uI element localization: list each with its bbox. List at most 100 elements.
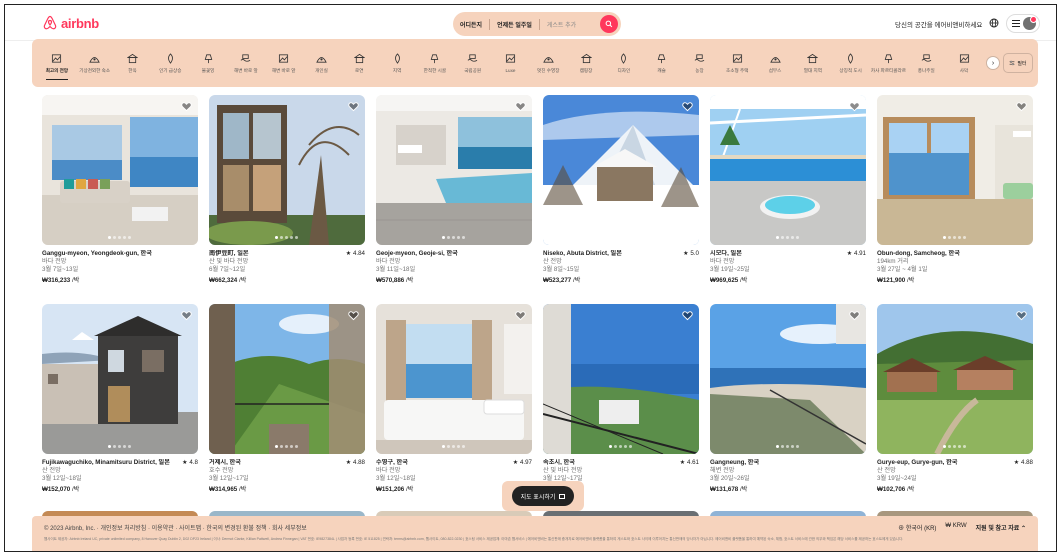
listing-photo[interactable] [877,304,1033,454]
support-button[interactable]: 지원 및 참고 자료 ⌃ [976,523,1026,532]
category-view[interactable]: 최고의 전망 [38,39,76,87]
footer-links[interactable]: © 2023 Airbnb, Inc. · 개인정보 처리방침 · 이용약관 ·… [44,523,307,532]
listing-card[interactable]: Ganggu-myeon, Yeongdeok-gun, 한국 바다 전망 3월 7… [42,95,198,285]
listing-card[interactable]: Gangneung, 한국 해변 전망 3월 20일~26일 ₩131,678 /박 [710,304,866,494]
search-bar[interactable]: 어디든지 언제든 일주일 게스트 추가 [453,12,621,36]
listing-photo[interactable] [42,304,198,454]
heart-icon[interactable] [849,101,860,112]
become-host-link[interactable]: 당신의 공간을 에어비앤비하세요 [895,19,982,29]
category-casa[interactable]: 카사 파르티콜라르 [870,39,908,87]
listing-rating: ★ 4.91 [846,250,866,257]
listing-photo[interactable] [710,95,866,245]
listing-photo[interactable] [543,304,699,454]
category-tiny-home[interactable]: 초소형 주택 [718,39,756,87]
search-when[interactable]: 언제든 일주일 [490,20,539,29]
category-design[interactable]: 디자인 [605,39,643,87]
listing-card[interactable]: Niseko, Abuta District, 일본 ★ 5.0 산 전망 3월 8일… [543,95,699,285]
category-label: Luxe [505,68,516,73]
category-farm[interactable]: 농장 [681,39,719,87]
listing-view: 바다 전망 [710,258,735,265]
listing-card[interactable]: 시모다, 일본 ★ 4.91 바다 전망 3월 19일~25일 ₩969,625 /박 [710,95,866,285]
heart-icon[interactable] [682,310,693,321]
category-windmill[interactable]: 풍나주일 [907,39,945,87]
listing-photo-image [42,95,198,245]
search-where[interactable]: 어디든지 [453,20,489,29]
category-tropical[interactable]: 열대 지역 [794,39,832,87]
language-button[interactable]: ⊕ 한국어 (KR) [898,523,936,532]
listing-card[interactable]: 수영구, 한국 ★ 4.97 바다 전망 3월 12일~18일 ₩151,206 /박 [376,304,532,494]
tropical-icon [807,53,819,63]
listing-price: ₩570,886 [376,277,405,284]
category-map[interactable]: 지역 [378,39,416,87]
cabin-icon [353,53,365,63]
heart-icon[interactable] [682,101,693,112]
listing-info: Obun-dong, Samcheog, 한국 194km 거리 3월 27일 ~ … [877,250,1033,285]
search-button[interactable] [600,15,618,33]
currency-button[interactable]: ₩ KRW [945,523,966,532]
listing-dates: 3월 7일~13일 [42,266,79,273]
category-room[interactable]: 개인실 [303,39,341,87]
heart-icon[interactable] [515,310,526,321]
listing-card[interactable]: 南伊豆町, 일본 ★ 4.84 산 및 바다 전망 6월 7일~12일 ₩662,324… [209,95,365,285]
category-cabin[interactable]: 로연 [340,39,378,87]
listing-card[interactable]: Geoje-myeon, Geoje-si, 한국 바다 전망 3월 11일~18일… [376,95,532,285]
category-luxe[interactable]: Luxe [492,39,530,87]
category-hanok[interactable]: 한옥 [114,39,152,87]
listing-dates: 3월 27일 ~ 4월 1일 [877,266,928,273]
listing-photo[interactable] [209,95,365,245]
category-beachfront[interactable]: 해변 바로 앞 [227,39,265,87]
listing-card[interactable]: Obun-dong, Samcheog, 한국 194km 거리 3월 27일 ~ … [877,95,1033,285]
heart-icon[interactable] [181,101,192,112]
category-countryside[interactable]: 한적한 시골 [416,39,454,87]
listing-photo[interactable] [42,95,198,245]
listing-card[interactable]: 거제시, 한국 ★ 4.88 호수 전망 3월 12일~17일 ₩314,965 /박 [209,304,365,494]
listing-photo[interactable] [543,95,699,245]
listing-price: ₩151,206 [376,486,405,493]
photo-pagination-dots [776,445,799,448]
listing-title: Geoje-myeon, Geoje-si, 한국 [376,250,458,257]
category-label: 멋진 수영장 [537,67,560,73]
listing-photo[interactable] [376,304,532,454]
heart-icon[interactable] [348,101,359,112]
top-header: airbnb 어디든지 언제든 일주일 게스트 추가 당신의 공간을 에어비앤비… [5,5,1056,41]
heart-icon[interactable] [181,310,192,321]
category-desert[interactable]: 사막 [945,39,983,87]
heart-icon[interactable] [515,101,526,112]
listing-photo[interactable] [209,304,365,454]
camping-icon [580,53,592,63]
category-trending[interactable]: 인기 급상승 [151,39,189,87]
listing-photo-image [877,304,1033,454]
desert-icon [959,53,969,63]
listing-card[interactable]: Fujikawaguchiko, Minamitsuru District, 일… [42,304,198,494]
heart-icon[interactable] [1016,310,1027,321]
globe-icon[interactable] [989,18,999,28]
user-menu-button[interactable] [1006,14,1040,33]
listing-rating: ★ 4.84 [345,250,365,257]
listing-rating: ★ 5.0 [683,250,699,257]
listing-photo[interactable] [376,95,532,245]
category-island[interactable]: 섬무스 [756,39,794,87]
heart-icon[interactable] [849,310,860,321]
airbnb-logo[interactable]: airbnb [42,15,99,31]
filter-button[interactable]: 필터 [1003,53,1033,73]
category-pool[interactable]: 멋진 수영장 [529,39,567,87]
listing-price-unit: /박 [738,277,748,284]
listing-photo[interactable] [877,95,1033,245]
category-lamp[interactable]: 불꽃잉 [189,39,227,87]
category-city[interactable]: 상징적 도시 [832,39,870,87]
category-park[interactable]: 국립공원 [454,39,492,87]
search-guests[interactable]: 게스트 추가 [540,20,583,29]
category-beach[interactable]: 해변 바로 앞 [265,39,303,87]
listing-card[interactable]: 속초시, 한국 ★ 4.61 산 및 바다 전망 3월 12일~17일 [543,304,699,486]
show-map-button[interactable]: 지도 표시하기 [512,486,574,506]
listing-price-unit: /박 [237,277,247,284]
listing-view: 산 및 바다 전망 [209,258,249,265]
heart-icon[interactable] [1016,101,1027,112]
category-castle[interactable]: 캐슬 [643,39,681,87]
listing-photo[interactable] [710,304,866,454]
listing-card[interactable]: Gurye-eup, Gurye-gun, 한국 ★ 4.88 산 전망 3월 19일… [877,304,1033,494]
heart-icon[interactable] [348,310,359,321]
category-omg[interactable]: 기상천외한 숙소 [76,39,114,87]
category-next-button[interactable]: › [986,56,1000,70]
category-camping[interactable]: 캠핑장 [567,39,605,87]
